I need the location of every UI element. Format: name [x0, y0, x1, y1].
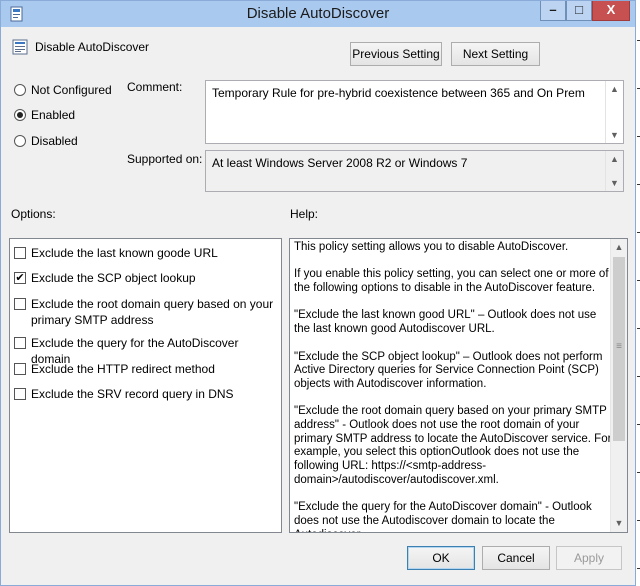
background-window-edge — [636, 0, 640, 586]
ok-button[interactable]: OK — [407, 546, 475, 570]
comment-scrollbar[interactable]: ▲ ▼ — [605, 81, 623, 143]
help-paragraph: "Exclude the last known good URL" – Outl… — [294, 309, 597, 336]
radio-label: Not Configured — [31, 83, 112, 97]
maximize-button[interactable]: □ — [566, 1, 592, 21]
help-paragraph: If you enable this policy setting, you c… — [294, 268, 609, 295]
help-label: Help: — [290, 207, 319, 221]
help-paragraph: This policy setting allows you to disabl… — [294, 241, 569, 253]
checkbox[interactable] — [14, 247, 26, 259]
cancel-button[interactable]: Cancel — [482, 546, 550, 570]
help-paragraph: "Exclude the root domain query based on … — [294, 405, 612, 486]
radio-indicator — [14, 84, 26, 96]
supported-scrollbar[interactable]: ▲ ▼ — [605, 151, 623, 191]
comment-text: Temporary Rule for pre-hybrid coexistenc… — [212, 86, 585, 100]
help-paragraph: "Exclude the SCP object lookup" – Outloo… — [294, 350, 603, 390]
minimize-button[interactable]: – — [540, 1, 566, 21]
options-panel: Exclude the last known goode URL ✔ Exclu… — [9, 238, 282, 533]
comment-field[interactable]: Temporary Rule for pre-hybrid coexistenc… — [205, 80, 624, 144]
option-label: Exclude the root domain query based on y… — [31, 297, 274, 327]
supported-on-text: At least Windows Server 2008 R2 or Windo… — [212, 156, 468, 170]
scroll-up-icon[interactable]: ▲ — [606, 81, 623, 97]
maximize-icon: □ — [575, 2, 583, 17]
scroll-up-icon[interactable]: ▲ — [606, 151, 623, 167]
help-scrollbar[interactable]: ▲ ≡ ▼ — [610, 239, 627, 532]
option-label: Exclude the HTTP redirect method — [31, 362, 215, 376]
close-icon: X — [606, 2, 616, 17]
scroll-down-icon[interactable]: ▼ — [606, 175, 623, 191]
checkbox[interactable] — [14, 298, 26, 310]
next-setting-button[interactable]: Next Setting — [451, 42, 540, 66]
help-panel: This policy setting allows you to disabl… — [289, 238, 628, 533]
apply-button[interactable]: Apply — [556, 546, 622, 570]
option-label: Exclude the last known goode URL — [31, 246, 218, 260]
checkbox[interactable] — [14, 363, 26, 375]
option-label: Exclude the SCP object lookup — [31, 271, 196, 285]
option-label: Exclude the SRV record query in DNS — [31, 387, 234, 401]
help-text: This policy setting allows you to disabl… — [294, 241, 612, 532]
minimize-icon: – — [549, 2, 557, 17]
scroll-up-icon[interactable]: ▲ — [611, 239, 627, 256]
close-button[interactable]: X — [592, 1, 630, 21]
grip-icon: ≡ — [616, 341, 622, 352]
radio-label: Enabled — [31, 108, 76, 122]
radio-label: Disabled — [31, 134, 78, 148]
help-paragraph: "Exclude the query for the AutoDiscover … — [294, 501, 592, 532]
policy-setting-icon — [12, 39, 28, 55]
previous-setting-button[interactable]: Previous Setting — [350, 42, 442, 66]
policy-dialog-window: Disable AutoDiscover – □ X Disable AutoD… — [0, 0, 636, 586]
comment-label: Comment: — [127, 80, 183, 94]
title-bar[interactable]: Disable AutoDiscover – □ X — [1, 1, 635, 27]
policy-title: Disable AutoDiscover — [35, 40, 150, 54]
options-label: Options: — [11, 207, 56, 221]
supported-on-field: At least Windows Server 2008 R2 or Windo… — [205, 150, 624, 192]
scroll-down-icon[interactable]: ▼ — [611, 515, 627, 532]
radio-indicator — [14, 109, 26, 121]
checkbox-checked[interactable]: ✔ — [14, 272, 26, 284]
checkbox[interactable] — [14, 388, 26, 400]
scroll-down-icon[interactable]: ▼ — [606, 127, 623, 143]
checkbox[interactable] — [14, 337, 26, 349]
radio-indicator — [14, 135, 26, 147]
scroll-thumb[interactable]: ≡ — [613, 257, 625, 441]
supported-on-label: Supported on: — [127, 152, 203, 166]
